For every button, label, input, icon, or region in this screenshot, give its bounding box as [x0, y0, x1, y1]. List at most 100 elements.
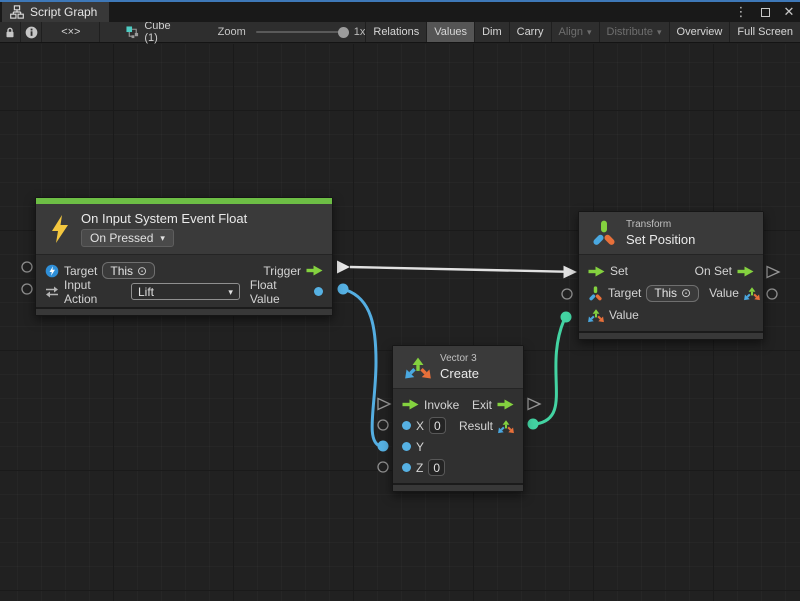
distribute-button[interactable]: Distribute ▾ [600, 22, 670, 42]
fullscreen-button[interactable]: Full Screen [730, 22, 800, 42]
maximize-button[interactable] [758, 2, 772, 22]
chevron-down-icon: ▾ [587, 27, 592, 38]
transform-node-header: Transform Set Position [579, 212, 763, 254]
invoke-label: Invoke [424, 398, 459, 412]
code-preview-button[interactable]: <×> [42, 22, 100, 42]
toolbar-button-group: Relations Values Dim Carry Align ▾ Distr… [365, 22, 800, 42]
y-label: Y [416, 440, 424, 454]
vector3-node[interactable]: Vector 3 Create Invoke Exit X 0 [392, 345, 524, 492]
chevron-down-icon: ▾ [657, 27, 662, 38]
target-label: Target [64, 264, 97, 278]
event-mode-dropdown[interactable]: On Pressed ▾ [81, 229, 174, 247]
transform-category: Transform [626, 219, 695, 230]
dim-button[interactable]: Dim [475, 22, 510, 42]
align-button[interactable]: Align ▾ [552, 22, 600, 42]
port-setvalue-input[interactable] [561, 312, 572, 323]
z-value-field[interactable]: 0 [428, 459, 445, 476]
vector3-x-row: X 0 Result [393, 415, 523, 436]
transform-node[interactable]: Transform Set Position Set On Set [578, 211, 764, 340]
transform-set-row: Set On Set [579, 260, 763, 282]
event-target-object-field[interactable]: This ⊙ [102, 262, 155, 279]
float-port-icon [402, 442, 411, 451]
overview-button[interactable]: Overview [670, 22, 731, 42]
target-label: Target [608, 286, 641, 300]
object-picker-icon: ⊙ [681, 286, 691, 300]
transform-title: Set Position [626, 232, 695, 247]
set-label: Set [610, 264, 628, 278]
graph-breadcrumb[interactable]: Cube (1) [120, 22, 185, 42]
zoom-value: 1x [354, 26, 366, 38]
event-node[interactable]: On Input System Event Float On Pressed ▾… [35, 197, 333, 316]
vector3-category: Vector 3 [440, 353, 479, 364]
control-output-icon [306, 265, 323, 276]
graph-toolbar: <×> Cube (1) Zoom 1x Relations Values Di… [0, 22, 800, 43]
carry-button[interactable]: Carry [510, 22, 552, 42]
vector3-node-header: Vector 3 Create [393, 346, 523, 388]
window-menu-button[interactable]: ⋮ [734, 2, 748, 22]
event-inputaction-row: Input Action Lift ▾ Float Value [36, 281, 332, 302]
transform-port-icon [588, 286, 603, 301]
input-action-dropdown[interactable]: Lift ▾ [131, 283, 240, 300]
float-port-icon [402, 463, 411, 472]
transform-node-footer [579, 331, 763, 339]
code-icon: <×> [61, 26, 80, 38]
event-node-title: On Input System Event Float [81, 211, 247, 226]
result-label: Result [459, 419, 493, 433]
script-graph-icon [10, 5, 24, 19]
maximize-icon [761, 8, 770, 17]
zoom-label: Zoom [218, 26, 246, 38]
vector3-icon [405, 354, 431, 380]
chevron-down-icon: ▾ [228, 287, 233, 298]
vector3-port-icon [498, 418, 514, 434]
zoom-slider-handle[interactable] [338, 27, 349, 38]
control-input-icon [402, 399, 419, 410]
chevron-down-icon: ▾ [160, 233, 165, 244]
port-y-input[interactable] [378, 441, 389, 452]
graph-reference-icon [126, 26, 139, 39]
transform-node-body: Set On Set Target This ⊙ V [579, 254, 763, 331]
unity-visual-scripting-window: Script Graph ⋮ ✕ <×> [0, 0, 800, 601]
event-node-header: On Input System Event Float On Pressed ▾ [36, 204, 332, 254]
transform-target-object-field[interactable]: This ⊙ [646, 285, 699, 302]
transform-target-row: Target This ⊙ Value [579, 282, 763, 304]
vector3-z-row: Z 0 [393, 457, 523, 478]
window-controls: ⋮ ✕ [734, 2, 796, 22]
vector3-port-icon [588, 307, 604, 323]
control-output-icon [497, 399, 514, 410]
value-out-label: Value [709, 286, 739, 300]
values-button[interactable]: Values [427, 22, 475, 42]
port-floatvalue-output[interactable] [338, 284, 349, 295]
trigger-label: Trigger [263, 264, 301, 278]
x-label: X [416, 419, 424, 433]
z-label: Z [416, 461, 423, 475]
input-event-icon [45, 264, 59, 278]
close-icon: ✕ [784, 2, 795, 22]
float-port-icon [402, 421, 411, 430]
tab-script-graph[interactable]: Script Graph [2, 2, 109, 22]
object-picker-icon: ⊙ [137, 264, 147, 278]
info-button[interactable] [21, 22, 42, 42]
relations-button[interactable]: Relations [366, 22, 427, 42]
vector3-invoke-row: Invoke Exit [393, 394, 523, 415]
tab-label: Script Graph [30, 5, 97, 19]
exit-label: Exit [472, 398, 492, 412]
on-set-label: On Set [695, 264, 732, 278]
kebab-menu-icon: ⋮ [735, 2, 748, 22]
port-result-output[interactable] [528, 419, 539, 430]
control-output-icon [737, 266, 754, 277]
close-button[interactable]: ✕ [782, 2, 796, 22]
float-value-label: Float Value [250, 278, 309, 306]
lightning-bolt-icon [48, 214, 72, 244]
vector3-node-footer [393, 483, 523, 491]
x-value-field[interactable]: 0 [429, 417, 446, 434]
value-in-label: Value [609, 308, 639, 322]
zoom-control: Zoom 1x [218, 22, 366, 42]
vector3-title: Create [440, 366, 479, 381]
float-port-icon [314, 287, 323, 296]
lock-button[interactable] [0, 22, 21, 42]
vector3-port-icon [744, 285, 760, 301]
tab-bar: Script Graph ⋮ ✕ [0, 2, 800, 22]
input-action-icon [45, 285, 59, 299]
zoom-slider[interactable] [256, 31, 344, 33]
transform-value-row: Value [579, 304, 763, 326]
